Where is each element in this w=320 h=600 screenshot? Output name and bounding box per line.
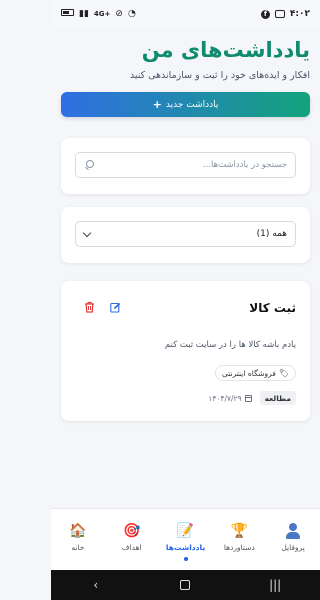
filter-card: همه (1) — [61, 207, 310, 263]
system-recents-icon[interactable]: ||| — [260, 578, 290, 592]
system-nav-bar: ‹ ||| — [51, 570, 320, 600]
system-home-icon[interactable] — [170, 580, 200, 590]
note-card[interactable]: ثبت کالا یادم باشه کالا ها را در سایت ثب… — [61, 281, 310, 421]
trash-icon — [84, 301, 94, 313]
network-type: 4G+ — [93, 10, 111, 18]
nav-item-achievements[interactable]: 🏆 دستاوردها — [214, 523, 264, 552]
nav-item-goals[interactable]: 🎯 اهداف — [107, 523, 157, 552]
note-date: ۱۴۰۴/۷/۲۹ — [208, 393, 252, 403]
nav-item-home[interactable]: 🏠 خانه — [53, 523, 103, 552]
profile-icon — [285, 523, 301, 539]
status-left: ▮▮ 4G+ ⊘ ◔ — [61, 9, 136, 19]
tag-chip[interactable]: 🏷 فروشگاه اینترنتی — [215, 365, 296, 381]
tag-label: فروشگاه اینترنتی — [222, 368, 276, 378]
home-icon: 🏠 — [69, 523, 87, 539]
edit-icon — [109, 302, 120, 313]
category-badge: مطالعه — [259, 391, 296, 405]
calendar-icon — [244, 394, 252, 402]
target-icon: 🎯 — [123, 523, 141, 539]
trophy-icon: 🏆 — [230, 523, 249, 539]
no-disturb-icon: ⊘ — [115, 8, 123, 19]
filter-selected-value: همه (1) — [256, 229, 287, 239]
note-date-text: ۱۴۰۴/۷/۲۹ — [208, 393, 242, 403]
status-bar: ▮▮ 4G+ ⊘ ◔ f ۴:۰۲ — [51, 0, 320, 28]
category-filter-select[interactable]: همه (1) — [75, 221, 296, 247]
search-icon — [84, 160, 94, 170]
new-note-button[interactable]: یادداشت جدید + — [61, 92, 310, 117]
status-time: ۴:۰۲ — [289, 9, 310, 19]
signal-icon: ▮▮ — [79, 8, 89, 19]
active-indicator — [183, 557, 188, 561]
alarm-icon: ◔ — [127, 8, 136, 19]
nav-label-goals: اهداف — [121, 543, 142, 552]
note-title: ثبت کالا — [249, 301, 296, 315]
tag-icon: 🏷 — [278, 368, 289, 378]
nav-label-achievements: دستاوردها — [223, 543, 255, 552]
bottom-nav: پروفایل 🏆 دستاوردها 📝 یادداشت‌ها 🎯 اهداف… — [51, 508, 320, 570]
plus-icon: + — [152, 98, 162, 111]
status-right: f ۴:۰۲ — [260, 9, 310, 19]
search-input[interactable] — [94, 160, 287, 170]
memo-icon: 📝 — [176, 523, 195, 539]
chevron-down-icon — [82, 228, 92, 237]
nav-label-profile: پروفایل — [281, 543, 305, 552]
note-meta: مطالعه ۱۴۰۴/۷/۲۹ — [208, 391, 296, 405]
note-actions — [83, 301, 121, 313]
nav-item-notes[interactable]: 📝 یادداشت‌ها — [161, 523, 211, 561]
search-box — [75, 152, 296, 178]
battery-icon — [61, 9, 74, 19]
note-body: یادم باشه کالا ها را در سایت ثبت کنم — [164, 340, 296, 350]
system-back-icon[interactable]: ‹ — [81, 578, 111, 592]
nav-label-home: خانه — [71, 543, 85, 552]
search-card — [61, 138, 310, 194]
facebook-icon: f — [260, 9, 270, 19]
nav-item-profile[interactable]: پروفایل — [268, 523, 318, 552]
delete-button[interactable] — [83, 301, 95, 313]
edit-button[interactable] — [109, 301, 121, 313]
message-icon — [274, 10, 285, 18]
new-note-label: یادداشت جدید — [165, 99, 219, 110]
page-title: یادداشت‌های من — [141, 38, 310, 62]
nav-label-notes: یادداشت‌ها — [165, 543, 206, 552]
page-subtitle: افکار و ایده‌های خود را ثبت و سازماندهی … — [129, 70, 310, 81]
